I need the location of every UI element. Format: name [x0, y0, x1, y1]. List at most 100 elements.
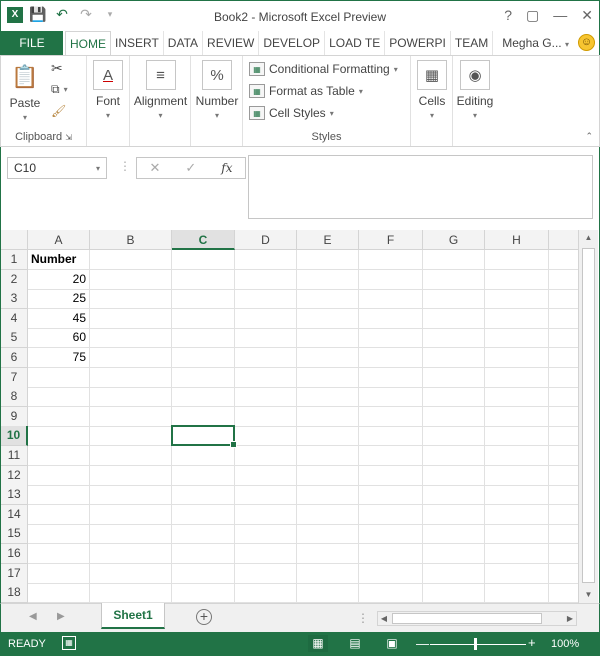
row-header-18[interactable]: 18 [1, 583, 28, 604]
cancel-icon[interactable]: ✕ [149, 160, 160, 176]
cell-d8[interactable] [235, 387, 297, 408]
cell-h16[interactable] [485, 544, 549, 564]
row-header-11[interactable]: 11 [1, 446, 28, 466]
cell-filler[interactable] [549, 466, 578, 486]
tab-data[interactable]: DATA [164, 31, 204, 55]
cell-e11[interactable] [297, 446, 359, 466]
copy-button[interactable]: ⧉ ▾ [51, 82, 68, 97]
tab-review[interactable]: REVIEW [203, 31, 260, 55]
cell-g3[interactable] [423, 289, 485, 310]
cell-a15[interactable] [28, 524, 90, 545]
feedback-smile-icon[interactable]: ☺ [578, 34, 595, 51]
split-handle-icon[interactable]: ⋮ [357, 611, 369, 625]
cell-a3[interactable]: 25 [28, 289, 90, 310]
cell-c3[interactable] [172, 289, 235, 310]
cell-b14[interactable] [90, 504, 172, 525]
cell-f2[interactable] [359, 269, 423, 290]
cell-filler[interactable] [549, 426, 578, 447]
horizontal-scrollbar[interactable]: ◀ ▶ [377, 611, 577, 626]
cell-d9[interactable] [235, 406, 297, 427]
cell-area[interactable]: Number 20 25 45 60 75 [28, 250, 578, 603]
scroll-up-icon[interactable]: ▲ [579, 230, 598, 246]
formula-input[interactable] [248, 155, 593, 219]
cell-f5[interactable] [359, 328, 423, 349]
cell-g14[interactable] [423, 504, 485, 525]
cell-f4[interactable] [359, 308, 423, 329]
cell-a12[interactable] [28, 465, 90, 486]
row-header-9[interactable]: 9 [1, 406, 28, 427]
cell-h18[interactable] [485, 583, 549, 603]
scroll-right-icon[interactable]: ▶ [564, 612, 576, 625]
cell-g16[interactable] [423, 544, 485, 564]
cell-e10[interactable] [297, 426, 359, 447]
cell-h7[interactable] [485, 367, 549, 388]
cell-h6[interactable] [485, 348, 549, 368]
cell-d18[interactable] [235, 583, 297, 603]
cell-c2[interactable] [172, 269, 235, 290]
cell-filler[interactable] [549, 524, 578, 545]
row-header-15[interactable]: 15 [1, 524, 28, 545]
cell-b13[interactable] [90, 485, 172, 506]
tab-develop[interactable]: DEVELOP [259, 31, 326, 55]
zoom-level[interactable]: 100% [551, 638, 579, 650]
row-header-5[interactable]: 5 [1, 328, 28, 349]
cell-g17[interactable] [423, 563, 485, 584]
prev-sheet-icon[interactable]: ◀ [29, 611, 37, 622]
paste-button[interactable]: 📋 Paste ▾ [5, 62, 45, 122]
cell-h11[interactable] [485, 446, 549, 466]
column-header-a[interactable]: A [28, 230, 90, 250]
cell-d14[interactable] [235, 504, 297, 525]
insert-function-icon[interactable]: fx [221, 161, 232, 175]
cell-f11[interactable] [359, 446, 423, 466]
row-header-8[interactable]: 8 [1, 387, 28, 408]
row-header-1[interactable]: 1 [1, 250, 28, 270]
cell-e15[interactable] [297, 524, 359, 545]
font-button[interactable]: A Font ▾ [92, 60, 124, 120]
cell-h8[interactable] [485, 387, 549, 408]
cell-d4[interactable] [235, 308, 297, 329]
tab-powerpi[interactable]: POWERPI [385, 31, 451, 55]
cell-h9[interactable] [485, 406, 549, 427]
scroll-left-icon[interactable]: ◀ [378, 612, 390, 625]
cell-f1[interactable] [359, 250, 423, 270]
cell-b5[interactable] [90, 328, 172, 349]
row-header-4[interactable]: 4 [1, 308, 28, 329]
cell-a5[interactable]: 60 [28, 328, 90, 349]
cell-g12[interactable] [423, 465, 485, 486]
name-box[interactable]: C10 ▾ [7, 157, 107, 179]
cell-g1[interactable] [423, 250, 485, 270]
cell-f3[interactable] [359, 289, 423, 310]
cell-g7[interactable] [423, 367, 485, 388]
row-header-12[interactable]: 12 [1, 465, 28, 486]
cell-h4[interactable] [485, 308, 549, 329]
select-all-corner[interactable] [1, 230, 28, 250]
cell-f9[interactable] [359, 406, 423, 427]
cell-a18[interactable] [28, 583, 90, 603]
normal-view-icon[interactable]: ▦ [308, 635, 328, 652]
cell-c7[interactable] [172, 367, 235, 388]
cell-c1[interactable] [172, 250, 235, 270]
zoom-in-icon[interactable]: + [528, 635, 536, 650]
cell-filler[interactable] [549, 564, 578, 584]
row-header-10[interactable]: 10 [1, 426, 28, 447]
cell-e16[interactable] [297, 544, 359, 564]
tab-team[interactable]: TEAM [451, 31, 494, 55]
column-header-f[interactable]: F [359, 230, 423, 250]
cell-b2[interactable] [90, 269, 172, 290]
cell-b8[interactable] [90, 387, 172, 408]
row-header-2[interactable]: 2 [1, 269, 28, 290]
cell-d11[interactable] [235, 446, 297, 466]
cell-b16[interactable] [90, 544, 172, 564]
cell-c8[interactable] [172, 387, 235, 408]
cell-d13[interactable] [235, 485, 297, 506]
cell-e5[interactable] [297, 328, 359, 349]
cell-h12[interactable] [485, 465, 549, 486]
cell-a6[interactable]: 75 [28, 348, 90, 368]
add-sheet-icon[interactable]: + [196, 609, 212, 625]
cell-c4[interactable] [172, 308, 235, 329]
cell-a9[interactable] [28, 406, 90, 427]
cell-g6[interactable] [423, 348, 485, 368]
cell-d7[interactable] [235, 367, 297, 388]
cell-e8[interactable] [297, 387, 359, 408]
collapse-ribbon-icon[interactable]: ⌃ [585, 131, 593, 142]
